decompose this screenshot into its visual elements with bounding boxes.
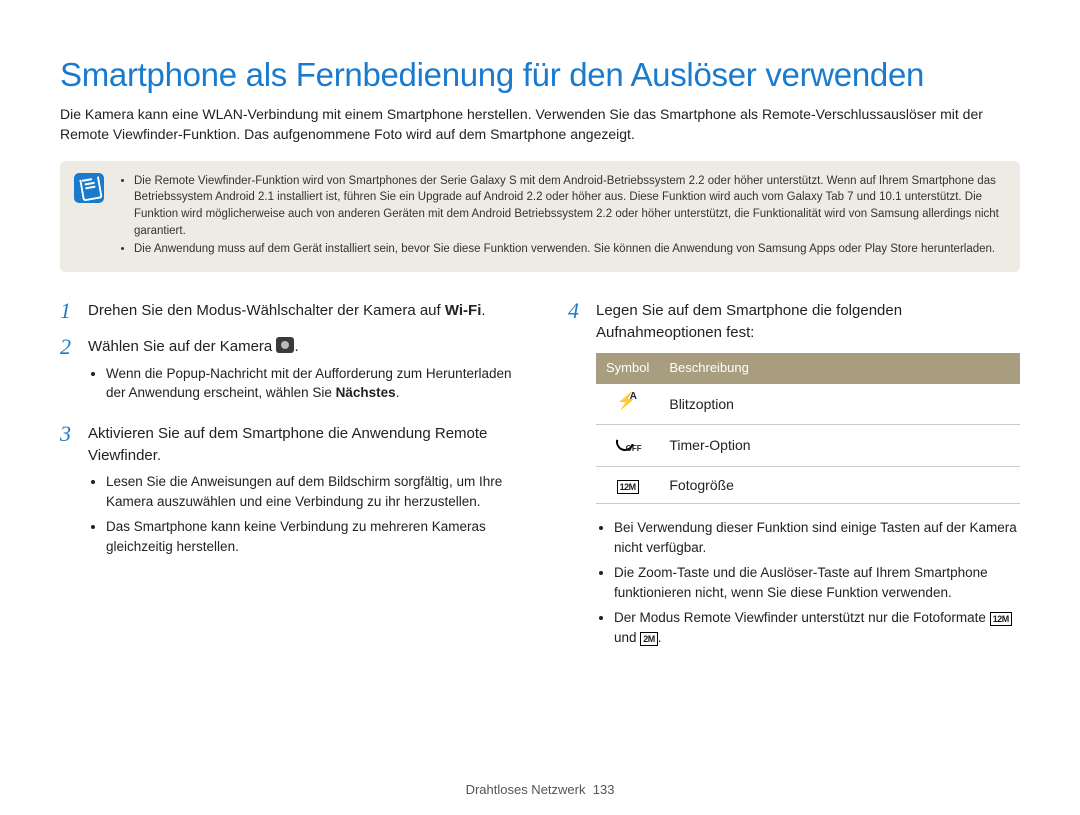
symbol-cell: [596, 384, 659, 424]
step-sublist: Bei Verwendung dieser Funktion sind eini…: [596, 518, 1020, 647]
desc-cell: Timer-Option: [659, 424, 1020, 466]
step-number: 1: [60, 300, 78, 322]
naechstes-label: Nächstes: [336, 385, 396, 400]
table-row: Blitzoption: [596, 384, 1020, 424]
table-row: Timer-Option: [596, 424, 1020, 466]
footer-section: Drahtloses Netzwerk: [466, 782, 586, 797]
note-box: Die Remote Viewfinder-Funktion wird von …: [60, 161, 1020, 272]
step-text: Drehen Sie den Modus-Wählschalter der Ka…: [88, 302, 445, 319]
list-item: Wenn die Popup-Nachricht mit der Aufford…: [106, 364, 512, 403]
right-column: 4 Legen Sie auf dem Smartphone die folge…: [568, 300, 1020, 668]
step-3: 3 Aktivieren Sie auf dem Smartphone die …: [60, 423, 512, 563]
wifi-label: Wi-Fi: [445, 302, 482, 319]
page-title: Smartphone als Fernbedienung für den Aus…: [60, 56, 1020, 94]
step-text: Aktivieren Sie auf dem Smartphone die An…: [88, 425, 487, 464]
timer-off-icon: [616, 433, 640, 453]
photo-size-2m-icon: 2M: [640, 632, 658, 646]
table-row: 12M Fotogröße: [596, 466, 1020, 503]
header-symbol: Symbol: [596, 353, 659, 384]
step-body: Drehen Sie den Modus-Wählschalter der Ka…: [88, 300, 512, 322]
remote-viewfinder-icon: [276, 337, 294, 353]
step-4: 4 Legen Sie auf dem Smartphone die folge…: [568, 300, 1020, 654]
desc-cell: Fotogröße: [659, 466, 1020, 503]
step-number: 3: [60, 423, 78, 563]
bullet-text: und: [614, 630, 640, 645]
step-number: 4: [568, 300, 586, 654]
step-text: .: [294, 338, 298, 355]
step-text: Legen Sie auf dem Smartphone die folgend…: [596, 302, 902, 341]
step-body: Wählen Sie auf der Kamera . Wenn die Pop…: [88, 336, 512, 409]
desc-cell: Blitzoption: [659, 384, 1020, 424]
step-2: 2 Wählen Sie auf der Kamera . Wenn die P…: [60, 336, 512, 409]
intro-paragraph: Die Kamera kann eine WLAN-Verbindung mit…: [60, 104, 1020, 145]
bullet-text: .: [658, 630, 662, 645]
symbol-cell: [596, 424, 659, 466]
two-column-layout: 1 Drehen Sie den Modus-Wählschalter der …: [60, 300, 1020, 668]
list-item: Das Smartphone kann keine Verbindung zu …: [106, 517, 512, 556]
step-body: Aktivieren Sie auf dem Smartphone die An…: [88, 423, 512, 563]
flash-auto-icon: [617, 392, 639, 410]
bullet-text: Der Modus Remote Viewfinder unterstützt …: [614, 610, 990, 625]
list-item: Bei Verwendung dieser Funktion sind eini…: [614, 518, 1020, 557]
footer-page-number: 133: [593, 782, 615, 797]
bullet-text: .: [396, 385, 400, 400]
step-body: Legen Sie auf dem Smartphone die folgend…: [596, 300, 1020, 654]
step-sublist: Wenn die Popup-Nachricht mit der Aufford…: [88, 364, 512, 403]
header-description: Beschreibung: [659, 353, 1020, 384]
step-sublist: Lesen Sie die Anweisungen auf dem Bildsc…: [88, 472, 512, 556]
photo-size-12m-icon: 12M: [990, 612, 1012, 626]
list-item: Der Modus Remote Viewfinder unterstützt …: [614, 608, 1020, 647]
step-1: 1 Drehen Sie den Modus-Wählschalter der …: [60, 300, 512, 322]
step-number: 2: [60, 336, 78, 409]
bullet-text: Wenn die Popup-Nachricht mit der Aufford…: [106, 366, 511, 401]
page-content: Smartphone als Fernbedienung für den Aus…: [0, 0, 1080, 668]
note-list: Die Remote Viewfinder-Funktion wird von …: [120, 173, 1002, 260]
photo-size-icon: 12M: [617, 480, 639, 494]
step-text: Wählen Sie auf der Kamera: [88, 338, 276, 355]
symbol-cell: 12M: [596, 466, 659, 503]
left-column: 1 Drehen Sie den Modus-Wählschalter der …: [60, 300, 512, 668]
note-icon: [74, 173, 104, 203]
step-text: .: [481, 302, 485, 319]
note-item: Die Remote Viewfinder-Funktion wird von …: [134, 173, 1002, 240]
note-item: Die Anwendung muss auf dem Gerät install…: [134, 241, 1002, 258]
list-item: Lesen Sie die Anweisungen auf dem Bildsc…: [106, 472, 512, 511]
page-footer: Drahtloses Netzwerk 133: [0, 782, 1080, 797]
table-header-row: Symbol Beschreibung: [596, 353, 1020, 384]
options-table: Symbol Beschreibung Blitzoption: [596, 353, 1020, 504]
list-item: Die Zoom-Taste und die Auslöser-Taste au…: [614, 563, 1020, 602]
